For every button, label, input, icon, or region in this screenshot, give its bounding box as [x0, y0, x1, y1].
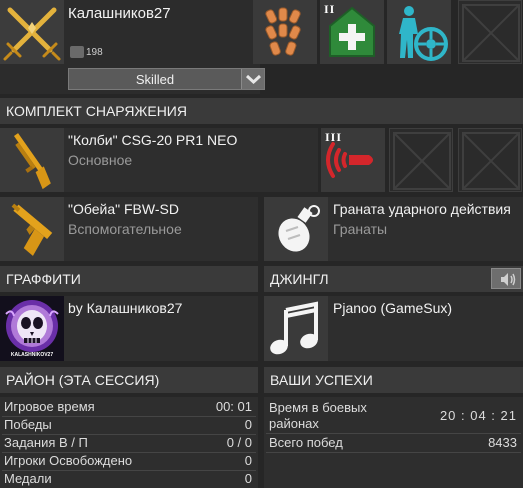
- stat-row: Медали 0: [0, 470, 258, 488]
- skill-dropdown[interactable]: Skilled: [68, 68, 265, 90]
- grenade-icon: [278, 205, 320, 252]
- loadout-header: КОМПЛЕКТ СНАРЯЖЕНИЯ: [0, 98, 523, 124]
- secondary-weapon-name: "Обейа" FBW-SD: [68, 201, 179, 217]
- primary-mod-slot[interactable]: III: [321, 128, 385, 192]
- jingle-image[interactable]: [264, 296, 328, 361]
- chevron-down-icon: [245, 74, 262, 85]
- grenade-image[interactable]: [264, 197, 328, 261]
- empty-slot-icon: [462, 4, 520, 62]
- skill-dropdown-toggle[interactable]: [241, 69, 264, 89]
- stat-label: Задания В / П: [4, 435, 88, 450]
- achievements-header-label: ВАШИ УСПЕХИ: [270, 372, 373, 388]
- grenade-name: Граната ударного действия: [333, 201, 511, 217]
- empty-slot-icon: [462, 132, 520, 190]
- primary-mod-tier: III: [325, 130, 343, 144]
- secondary-weapon-type: Вспомогательное: [68, 221, 182, 237]
- combat-time-label: Время в боевых районах: [269, 400, 367, 431]
- total-wins-value: 8433: [488, 435, 517, 450]
- skill-dropdown-value: Skilled: [135, 72, 175, 87]
- achievement-stats: Время в боевых районах 20 : 04 : 21 Всег…: [264, 397, 523, 488]
- stat-label: Победы: [4, 417, 52, 432]
- stat-row: Задания В / П 0 / 0: [0, 434, 258, 452]
- secondary-weapon-image[interactable]: [0, 197, 64, 261]
- primary-weapon-image[interactable]: [0, 128, 64, 192]
- jingle-header: ДЖИНГЛ: [264, 266, 523, 292]
- district-stats: Игровое время 00: 01 Победы 0 Задания В …: [0, 397, 258, 488]
- primary-mod-empty-1[interactable]: [389, 128, 453, 192]
- slot-driver[interactable]: [387, 0, 451, 64]
- shotgun-icon: [13, 133, 51, 190]
- primary-mod-empty-2[interactable]: [458, 128, 522, 192]
- pistol-icon: [11, 203, 53, 256]
- player-badge: [70, 46, 84, 58]
- stat-value: 0: [244, 417, 252, 432]
- district-header-label: РАЙОН (ЭТА СЕССИЯ): [6, 372, 160, 388]
- district-header: РАЙОН (ЭТА СЕССИЯ): [0, 367, 258, 393]
- jingle-header-label: ДЖИНГЛ: [270, 271, 329, 287]
- speaker-icon: [501, 273, 516, 286]
- slot-ammo[interactable]: [253, 0, 317, 64]
- graffiti-author: by Калашников27: [68, 300, 183, 316]
- graffiti-header: ГРАФФИТИ: [0, 266, 258, 292]
- stat-row: Игровое время 00: 01: [0, 398, 258, 416]
- ammo-belt-icon: [265, 7, 301, 56]
- player-badge-count: 198: [86, 47, 103, 58]
- stat-label: Медали: [4, 471, 52, 486]
- stat-label: Игроки Освобождено: [4, 453, 133, 468]
- loadout-header-label: КОМПЛЕКТ СНАРЯЖЕНИЯ: [6, 103, 187, 119]
- music-note-icon: [270, 301, 318, 355]
- stat-row: Победы 0: [0, 416, 258, 434]
- graffiti-header-label: ГРАФФИТИ: [6, 271, 81, 287]
- stat-value: 0 / 0: [226, 435, 252, 450]
- empty-slot-icon: [393, 132, 451, 190]
- graffiti-image[interactable]: KALASHNIKOV27: [0, 296, 64, 361]
- combat-time-value: 20 : 04 : 21: [439, 408, 517, 423]
- crossed-swords-icon: [3, 7, 61, 61]
- stat-row: Игроки Освобождено 0: [0, 452, 258, 470]
- stat-label: Игровое время: [4, 399, 95, 414]
- stat-value: 00: 01: [215, 399, 252, 414]
- jingle-play-button[interactable]: [491, 268, 521, 289]
- driver-icon: [399, 6, 448, 61]
- divider: [266, 433, 521, 434]
- stat-value: 0: [244, 453, 252, 468]
- divider: [266, 452, 521, 453]
- primary-weapon-name: "Колби" CSG-20 PR1 NEO: [68, 132, 238, 148]
- slot-empty[interactable]: [458, 0, 522, 64]
- slot-medkit[interactable]: II: [320, 0, 384, 64]
- total-wins-label: Всего побед: [269, 435, 343, 450]
- player-avatar[interactable]: [0, 0, 64, 64]
- achievements-header: ВАШИ УСПЕХИ: [264, 367, 523, 393]
- primary-weapon-type: Основное: [68, 152, 133, 168]
- slot-medkit-tier: II: [324, 2, 336, 16]
- stat-value: 0: [244, 471, 252, 486]
- grenade-type: Гранаты: [333, 221, 388, 237]
- player-name: Калашников27: [68, 5, 171, 22]
- graffiti-image-text: KALASHNIKOV27: [10, 352, 54, 358]
- jingle-title: Pjanoo (GameSux): [333, 300, 453, 316]
